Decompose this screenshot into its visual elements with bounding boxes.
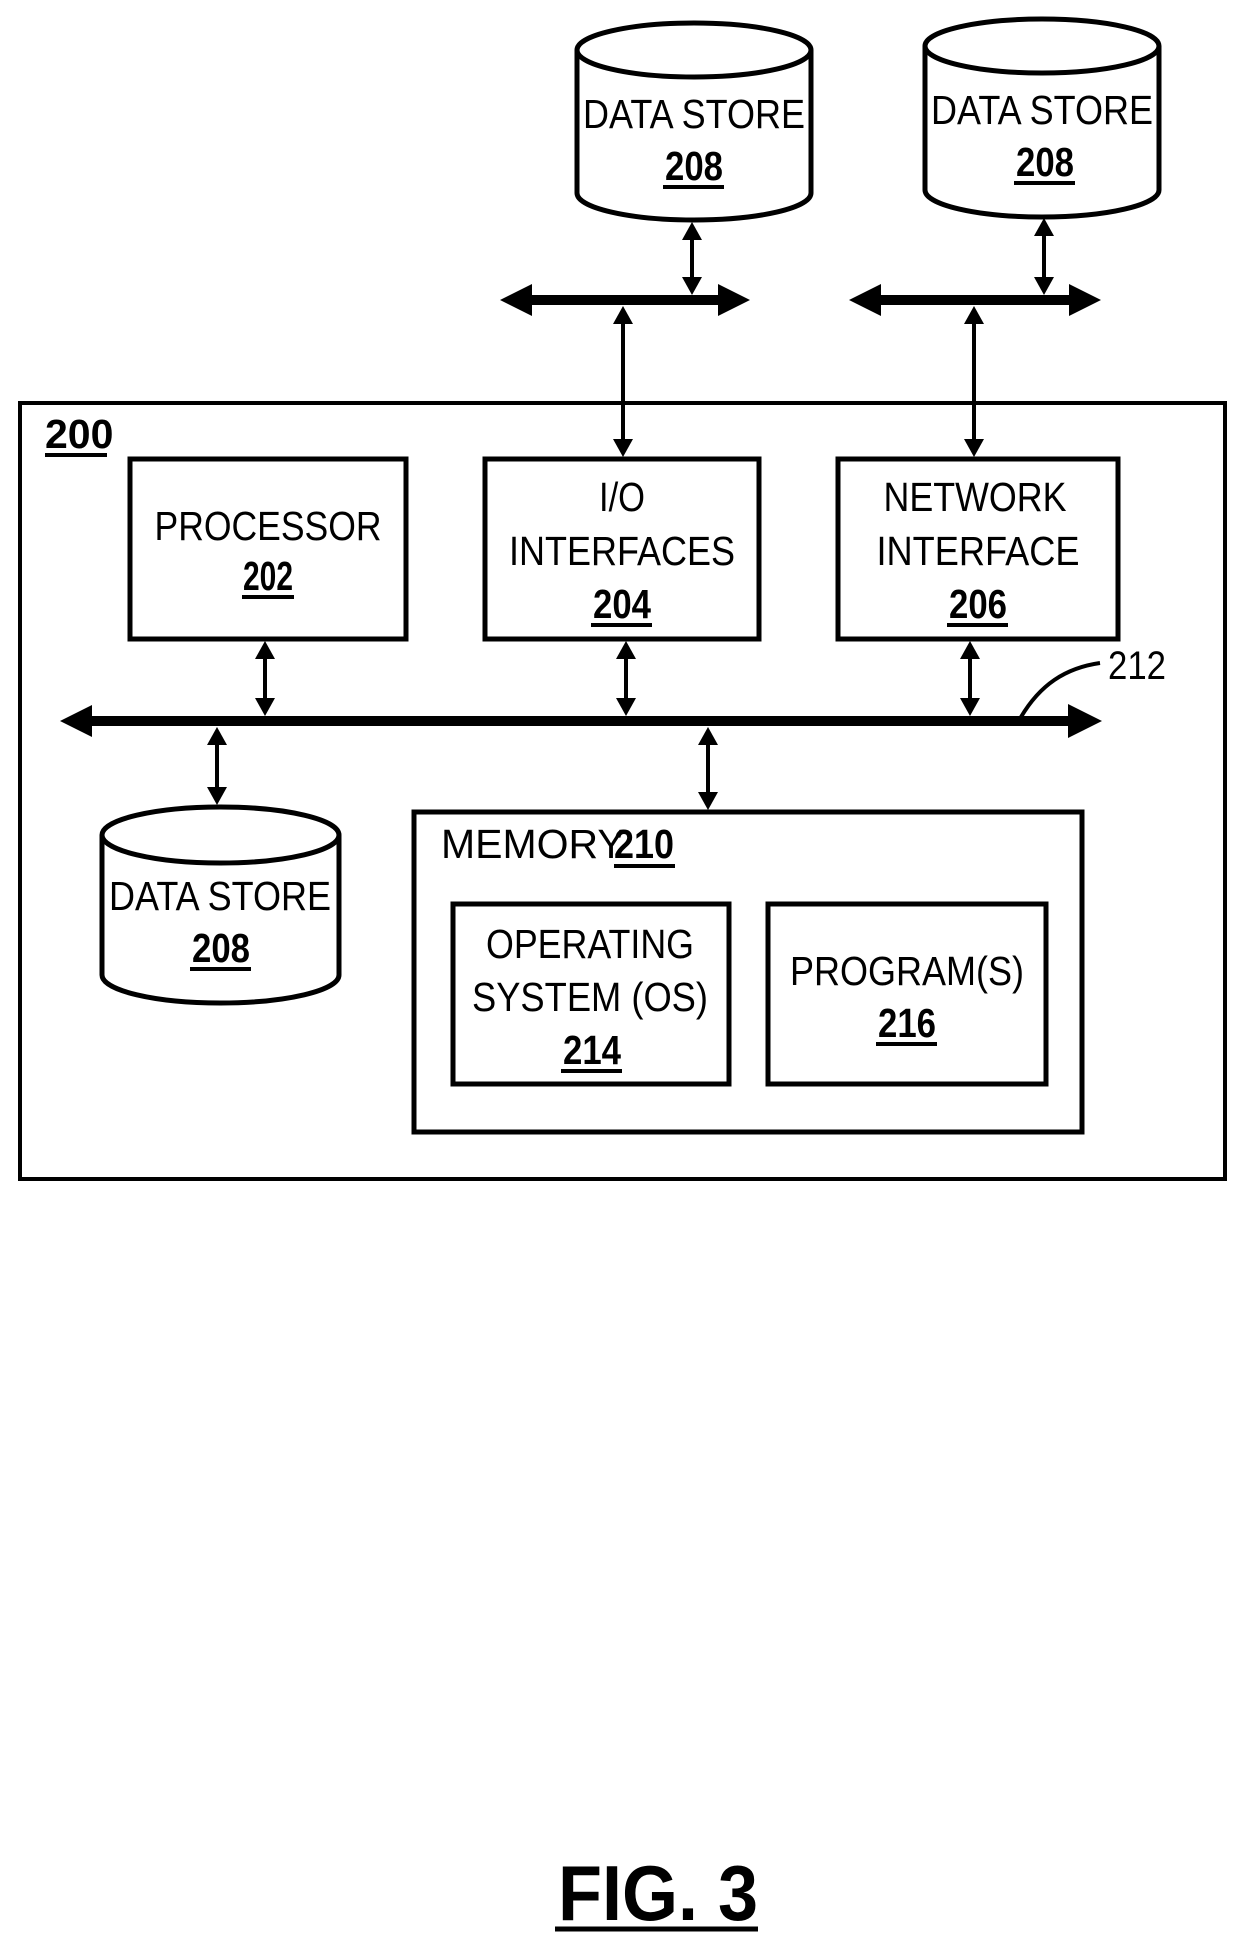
data-store-external-2: DATA STORE 208 <box>922 16 1162 220</box>
io-interfaces-ref: 204 <box>593 581 651 627</box>
io-interfaces-external-bus-1-arrow-up-arrowhead <box>613 306 633 324</box>
memory-label-text: MEMORY <box>441 821 625 867</box>
io-label-line1: I/O <box>599 474 645 520</box>
data-store-external-1-ref: 208 <box>665 143 723 189</box>
processor-label: PROCESSOR <box>155 503 382 549</box>
data-store-external-2-label: DATA STORE <box>931 87 1153 133</box>
network-label-line1: NETWORK <box>884 474 1067 520</box>
data-store-external-2-bus-arrow-up-arrowhead <box>1034 218 1054 236</box>
io-label-line2: INTERFACES <box>509 528 735 574</box>
os-label-line1: OPERATING <box>486 921 694 967</box>
bus-ref-label: 212 <box>1108 644 1166 688</box>
data-store-external-1-bus-arrow <box>682 222 702 295</box>
memory-block: MEMORY 210 OPERATING SYSTEM (OS) 214 PRO… <box>411 809 1085 1135</box>
data-store-internal: DATA STORE 208 <box>99 804 342 1006</box>
network-interface-external-bus-2-arrow-up-arrowhead <box>964 306 984 324</box>
network-interface-block: NETWORK INTERFACE 206 <box>835 456 1121 642</box>
data-store-external-2-ref: 208 <box>1016 139 1074 185</box>
operating-system-ref: 214 <box>563 1027 621 1073</box>
system-ref-label: 200 <box>45 411 113 457</box>
data-store-internal-top <box>99 804 342 866</box>
data-store-external-1-bus-arrow-down-arrowhead <box>682 277 702 295</box>
data-store-internal-ref: 208 <box>192 925 250 971</box>
memory-label: MEMORY <box>441 821 625 867</box>
network-label-line2: INTERFACE <box>877 528 1080 574</box>
processor-block: PROCESSOR 202 <box>127 456 409 642</box>
programs-label: PROGRAM(S) <box>790 948 1024 994</box>
io-interfaces-block: I/O INTERFACES 204 <box>482 456 762 642</box>
data-store-external-1-bus-arrow-up-arrowhead <box>682 222 702 240</box>
data-store-external-2-bus-arrow-down-arrowhead <box>1034 277 1054 295</box>
processor-box <box>127 456 409 642</box>
os-label-line2: SYSTEM (OS) <box>472 974 708 1020</box>
external-bus-2-right-arrowhead <box>1069 284 1101 316</box>
external-bus-1-right-arrowhead <box>718 284 750 316</box>
memory-ref: 210 <box>614 821 674 867</box>
block-diagram: 200 PROCESSOR 202 I/O INTERFACES 204 NET… <box>18 16 1227 1937</box>
data-store-internal-label: DATA STORE <box>109 873 331 919</box>
network-interface-ref: 206 <box>949 581 1007 627</box>
external-bus-2-left-arrowhead <box>849 284 881 316</box>
data-store-external-1: DATA STORE 208 <box>574 20 814 223</box>
programs-ref: 216 <box>878 1000 936 1046</box>
data-store-external-2-top <box>922 16 1162 76</box>
data-store-external-1-top <box>574 20 814 80</box>
processor-ref: 202 <box>243 553 293 599</box>
programs-box <box>765 901 1049 1087</box>
external-bus-1-left-arrowhead <box>500 284 532 316</box>
data-store-external-2-bus-arrow <box>1034 218 1054 295</box>
figure-label: FIG. 3 <box>558 1849 758 1937</box>
data-store-external-1-label: DATA STORE <box>583 91 805 137</box>
